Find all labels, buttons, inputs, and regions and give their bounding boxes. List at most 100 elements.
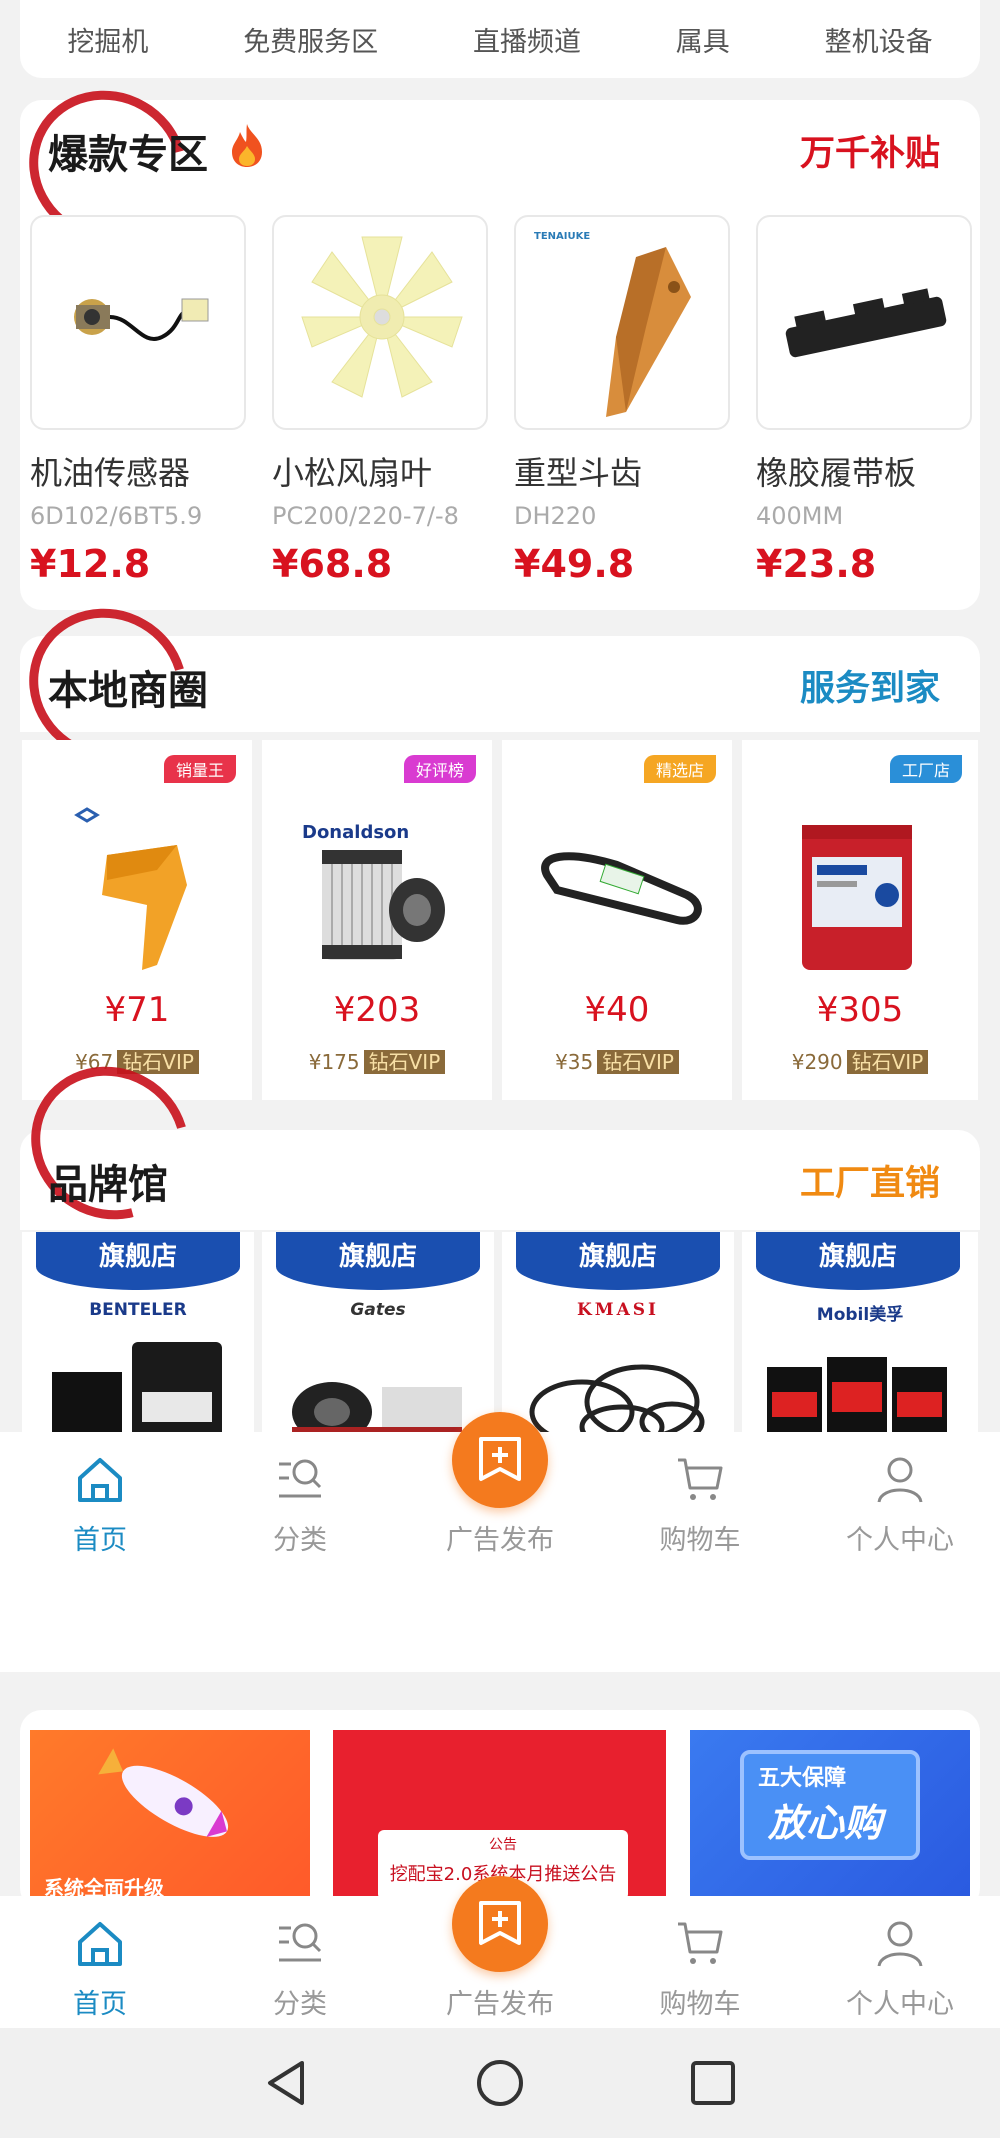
product-name: 小松风扇叶: [272, 454, 433, 492]
tag-badge: 好评榜: [403, 755, 476, 783]
tab-profile[interactable]: 个人中心: [800, 1432, 1000, 1672]
publish-button[interactable]: [452, 1876, 548, 1972]
banner-upgrade[interactable]: 系统全面升级: [30, 1730, 310, 1900]
tab-label: 分类: [273, 1989, 327, 2020]
tab-label: 广告发布: [446, 1989, 554, 2020]
user-icon: [877, 1457, 923, 1503]
tab-label: 广告发布: [446, 1525, 554, 1556]
brand-logo: Gates: [350, 1300, 406, 1320]
product-image: [756, 215, 972, 430]
tab-cart[interactable]: 购物车: [600, 1432, 800, 1672]
banner-notice[interactable]: 公告 挖配宝2.0系统本月推送公告: [333, 1730, 666, 1900]
brand-store-card[interactable]: 旗舰店 BENTELER: [22, 1232, 254, 1432]
product-image: [541, 852, 702, 925]
vip-price: ¥35 钻石VIP: [502, 1046, 732, 1075]
brand-logo: TENAIUKE: [534, 231, 591, 242]
category-search-icon: [279, 1459, 322, 1498]
brand-section-title: 品牌馆: [48, 1162, 168, 1208]
local-section-title: 本地商圈: [48, 668, 208, 714]
tab-home[interactable]: 首页: [0, 1896, 200, 2036]
category-search-icon: [279, 1923, 322, 1962]
home-circle-icon[interactable]: [475, 2058, 525, 2108]
flagship-ribbon: 旗舰店: [756, 1232, 960, 1290]
home-icon: [78, 1922, 122, 1966]
hot-product-card[interactable]: 橡胶履带板 400MM ¥23.8: [756, 215, 972, 586]
product-price: ¥71: [104, 990, 170, 1030]
tab-label: 购物车: [659, 1989, 741, 2020]
local-product-card[interactable]: 销量王 ¥71 ¥67 钻石VIP: [22, 740, 252, 1100]
product-price: ¥40: [584, 990, 650, 1030]
product-name: 重型斗齿: [514, 454, 643, 492]
tag-badge: 销量王: [163, 755, 236, 783]
home-icon: [78, 1458, 122, 1502]
vip-badge: 钻石VIP: [846, 1050, 929, 1074]
tab-label: 购物车: [659, 1525, 741, 1556]
vip-badge: 钻石VIP: [597, 1050, 679, 1074]
flagship-ribbon: 旗舰店: [516, 1232, 720, 1290]
notice-label: 公告: [489, 1837, 517, 1853]
publish-icon: [479, 1901, 521, 1945]
local-product-card[interactable]: 工厂店 ¥305 ¥290 钻石VIP: [742, 740, 978, 1100]
product-model: 400MM: [756, 502, 844, 530]
flagship-ribbon: 旗舰店: [276, 1232, 480, 1290]
product-image: [52, 1342, 222, 1432]
vip-price-value: ¥175: [308, 1050, 360, 1074]
hot-product-card[interactable]: 小松风扇叶 PC200/220-7/-8 ¥68.8: [272, 215, 488, 586]
flagship-ribbon: 旗舰店: [36, 1232, 240, 1290]
product-model: PC200/220-7/-8: [272, 502, 459, 530]
product-name: 橡胶履带板: [756, 454, 917, 492]
brand-store-card[interactable]: 旗舰店 Mobil美孚: [742, 1232, 978, 1432]
brand-logo: KMASI: [576, 1300, 659, 1320]
publish-button[interactable]: [452, 1412, 548, 1508]
brand-store-card[interactable]: 旗舰店 KMASI: [502, 1232, 734, 1432]
banner-text: 五大保障: [758, 1766, 847, 1791]
publish-icon: [479, 1437, 521, 1481]
product-model: 6D102/6BT5.9: [30, 502, 203, 530]
product-price: ¥49.8: [514, 542, 635, 586]
factory-direct-link[interactable]: 工厂直销: [800, 1155, 940, 1206]
tab-category[interactable]: 分类: [200, 1432, 400, 1672]
nav-item-excavator[interactable]: 挖掘机: [67, 20, 148, 59]
product-image: [30, 215, 246, 430]
tab-cart[interactable]: 购物车: [600, 1896, 800, 2036]
local-product-card[interactable]: 好评榜 Donaldson ¥203 ¥175 钻石VIP: [262, 740, 492, 1100]
product-price: ¥12.8: [30, 542, 151, 586]
system-nav-bar: [0, 2028, 1000, 2138]
product-image: [529, 1364, 705, 1432]
tab-home[interactable]: 首页: [0, 1432, 200, 1672]
product-price: ¥203: [333, 990, 421, 1030]
nav-item-free-service[interactable]: 免费服务区: [243, 20, 378, 59]
product-image: [272, 215, 488, 430]
cart-icon: [678, 1458, 723, 1500]
product-name: 机油传感器: [30, 454, 191, 492]
product-price: ¥68.8: [272, 542, 393, 586]
product-price: ¥23.8: [756, 542, 877, 586]
vip-price: ¥290 钻石VIP: [742, 1046, 978, 1075]
brand-logo: Mobil美孚: [816, 1305, 904, 1325]
back-icon[interactable]: [262, 2058, 312, 2108]
hot-product-card[interactable]: TENAIUKE 重型斗齿 DH220 ¥49.8: [514, 215, 730, 586]
vip-price: ¥175 钻石VIP: [262, 1046, 492, 1075]
fire-icon: [222, 120, 272, 174]
banner-big-text: 放心购: [768, 1801, 883, 1845]
tab-profile[interactable]: 个人中心: [800, 1896, 1000, 2036]
local-product-card[interactable]: 精选店 ¥40 ¥35 钻石VIP: [502, 740, 732, 1100]
nav-item-attachments[interactable]: 属具: [676, 20, 730, 59]
tab-label: 个人中心: [846, 1989, 954, 2020]
vip-price: ¥67 钻石VIP: [22, 1046, 252, 1075]
category-nav: 挖掘机 免费服务区 直播频道 属具 整机设备: [20, 0, 980, 78]
tab-label: 首页: [73, 1525, 127, 1556]
hot-product-card[interactable]: 机油传感器 6D102/6BT5.9 ¥12.8: [30, 215, 246, 586]
local-service-link[interactable]: 服务到家: [800, 660, 940, 711]
hot-section-title: 爆款专区: [48, 132, 208, 178]
banner-guarantee[interactable]: 五大保障 放心购: [690, 1730, 970, 1900]
tag-badge: 工厂店: [889, 755, 962, 783]
tab-label: 个人中心: [846, 1525, 954, 1556]
tab-category[interactable]: 分类: [200, 1896, 400, 2036]
nav-item-live[interactable]: 直播频道: [473, 20, 581, 59]
hot-subsidy-link[interactable]: 万千补贴: [800, 125, 940, 176]
recent-apps-icon[interactable]: [688, 2058, 738, 2108]
brand-store-card[interactable]: 旗舰店 Gates: [262, 1232, 494, 1432]
product-image: TENAIUKE: [514, 215, 730, 430]
nav-item-machines[interactable]: 整机设备: [825, 20, 933, 59]
